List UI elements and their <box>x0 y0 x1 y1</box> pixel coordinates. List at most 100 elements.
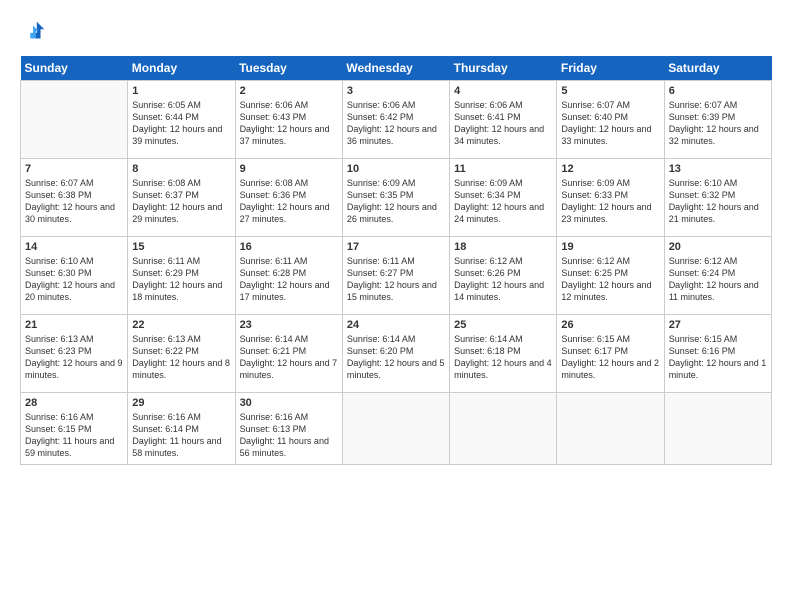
day-number: 17 <box>347 241 445 253</box>
day-info: Sunrise: 6:09 AMSunset: 6:34 PMDaylight:… <box>454 177 552 226</box>
day-info: Sunrise: 6:12 AMSunset: 6:24 PMDaylight:… <box>669 255 767 304</box>
week-row: 1 Sunrise: 6:05 AMSunset: 6:44 PMDaylight… <box>21 81 772 159</box>
day-number: 19 <box>561 241 659 253</box>
day-info: Sunrise: 6:07 AMSunset: 6:40 PMDaylight:… <box>561 99 659 148</box>
day-number: 16 <box>240 241 338 253</box>
day-cell: 2 Sunrise: 6:06 AMSunset: 6:43 PMDaylight… <box>235 81 342 159</box>
day-number: 9 <box>240 163 338 175</box>
day-info: Sunrise: 6:13 AMSunset: 6:22 PMDaylight:… <box>132 333 230 382</box>
day-cell: 12 Sunrise: 6:09 AMSunset: 6:33 PMDayligh… <box>557 159 664 237</box>
day-cell: 26Sunrise: 6:15 AMSunset: 6:17 PMDayligh… <box>557 315 664 393</box>
day-number: 25 <box>454 319 552 331</box>
day-number: 2 <box>240 85 338 97</box>
day-cell: 27 Sunrise: 6:15 AMSunset: 6:16 PMDayligh… <box>664 315 771 393</box>
header-day: Wednesday <box>342 56 449 81</box>
day-cell: 4 Sunrise: 6:06 AMSunset: 6:41 PMDaylight… <box>450 81 557 159</box>
day-info: Sunrise: 6:10 AMSunset: 6:32 PMDaylight:… <box>669 177 767 226</box>
day-info: Sunrise: 6:16 AMSunset: 6:15 PMDaylight:… <box>25 411 123 460</box>
day-info: Sunrise: 6:13 AMSunset: 6:23 PMDaylight:… <box>25 333 123 382</box>
day-info: Sunrise: 6:12 AMSunset: 6:26 PMDaylight:… <box>454 255 552 304</box>
day-cell: 29 Sunrise: 6:16 AMSunset: 6:14 PMDayligh… <box>128 393 235 465</box>
day-cell <box>342 393 449 465</box>
day-info: Sunrise: 6:12 AMSunset: 6:25 PMDaylight:… <box>561 255 659 304</box>
day-number: 23 <box>240 319 338 331</box>
header-row: SundayMondayTuesdayWednesdayThursdayFrid… <box>21 56 772 81</box>
week-row: 28 Sunrise: 6:16 AMSunset: 6:15 PMDayligh… <box>21 393 772 465</box>
week-row: 21 Sunrise: 6:13 AMSunset: 6:23 PMDayligh… <box>21 315 772 393</box>
day-info: Sunrise: 6:09 AMSunset: 6:33 PMDaylight:… <box>561 177 659 226</box>
day-info: Sunrise: 6:06 AMSunset: 6:43 PMDaylight:… <box>240 99 338 148</box>
day-info: Sunrise: 6:05 AMSunset: 6:44 PMDaylight:… <box>132 99 230 148</box>
day-cell: 5 Sunrise: 6:07 AMSunset: 6:40 PMDaylight… <box>557 81 664 159</box>
day-number: 18 <box>454 241 552 253</box>
day-cell: 20 Sunrise: 6:12 AMSunset: 6:24 PMDayligh… <box>664 237 771 315</box>
day-number: 21 <box>25 319 123 331</box>
day-number: 3 <box>347 85 445 97</box>
day-number: 24 <box>347 319 445 331</box>
day-cell: 13 Sunrise: 6:10 AMSunset: 6:32 PMDayligh… <box>664 159 771 237</box>
day-number: 22 <box>132 319 230 331</box>
day-info: Sunrise: 6:14 AMSunset: 6:18 PMDaylight:… <box>454 333 552 382</box>
day-number: 7 <box>25 163 123 175</box>
day-cell: 1 Sunrise: 6:05 AMSunset: 6:44 PMDaylight… <box>128 81 235 159</box>
day-cell <box>557 393 664 465</box>
day-info: Sunrise: 6:16 AMSunset: 6:13 PMDaylight:… <box>240 411 338 460</box>
header-day: Monday <box>128 56 235 81</box>
day-cell: 19 Sunrise: 6:12 AMSunset: 6:25 PMDayligh… <box>557 237 664 315</box>
day-cell: 3 Sunrise: 6:06 AMSunset: 6:42 PMDaylight… <box>342 81 449 159</box>
week-row: 7 Sunrise: 6:07 AMSunset: 6:38 PMDaylight… <box>21 159 772 237</box>
day-cell: 22 Sunrise: 6:13 AMSunset: 6:22 PMDayligh… <box>128 315 235 393</box>
day-cell: 23 Sunrise: 6:14 AMSunset: 6:21 PMDayligh… <box>235 315 342 393</box>
day-number: 20 <box>669 241 767 253</box>
day-info: Sunrise: 6:07 AMSunset: 6:38 PMDaylight:… <box>25 177 123 226</box>
day-cell: 15Sunrise: 6:11 AMSunset: 6:29 PMDayligh… <box>128 237 235 315</box>
day-cell: 18 Sunrise: 6:12 AMSunset: 6:26 PMDayligh… <box>450 237 557 315</box>
day-number: 30 <box>240 397 338 409</box>
week-row: 14 Sunrise: 6:10 AMSunset: 6:30 PMDayligh… <box>21 237 772 315</box>
day-info: Sunrise: 6:11 AMSunset: 6:28 PMDaylight:… <box>240 255 338 304</box>
day-number: 6 <box>669 85 767 97</box>
day-info: Sunrise: 6:09 AMSunset: 6:35 PMDaylight:… <box>347 177 445 226</box>
day-number: 13 <box>669 163 767 175</box>
day-number: 12 <box>561 163 659 175</box>
day-info: Sunrise: 6:06 AMSunset: 6:42 PMDaylight:… <box>347 99 445 148</box>
day-cell: 6Sunrise: 6:07 AMSunset: 6:39 PMDaylight… <box>664 81 771 159</box>
header-day: Tuesday <box>235 56 342 81</box>
day-number: 28 <box>25 397 123 409</box>
day-number: 1 <box>132 85 230 97</box>
day-cell: 25 Sunrise: 6:14 AMSunset: 6:18 PMDayligh… <box>450 315 557 393</box>
day-number: 27 <box>669 319 767 331</box>
day-cell: 11Sunrise: 6:09 AMSunset: 6:34 PMDayligh… <box>450 159 557 237</box>
day-info: Sunrise: 6:11 AMSunset: 6:27 PMDaylight:… <box>347 255 445 304</box>
day-info: Sunrise: 6:14 AMSunset: 6:20 PMDaylight:… <box>347 333 445 382</box>
day-number: 14 <box>25 241 123 253</box>
day-info: Sunrise: 6:16 AMSunset: 6:14 PMDaylight:… <box>132 411 230 460</box>
day-cell: 30 Sunrise: 6:16 AMSunset: 6:13 PMDayligh… <box>235 393 342 465</box>
day-number: 8 <box>132 163 230 175</box>
header-day: Friday <box>557 56 664 81</box>
day-number: 4 <box>454 85 552 97</box>
day-info: Sunrise: 6:08 AMSunset: 6:36 PMDaylight:… <box>240 177 338 226</box>
header-day: Thursday <box>450 56 557 81</box>
day-info: Sunrise: 6:15 AMSunset: 6:16 PMDaylight:… <box>669 333 767 382</box>
day-info: Sunrise: 6:10 AMSunset: 6:30 PMDaylight:… <box>25 255 123 304</box>
day-info: Sunrise: 6:06 AMSunset: 6:41 PMDaylight:… <box>454 99 552 148</box>
header-day: Sunday <box>21 56 128 81</box>
page: SundayMondayTuesdayWednesdayThursdayFrid… <box>0 0 792 612</box>
day-number: 26 <box>561 319 659 331</box>
day-number: 29 <box>132 397 230 409</box>
day-cell: 9 Sunrise: 6:08 AMSunset: 6:36 PMDaylight… <box>235 159 342 237</box>
calendar-table: SundayMondayTuesdayWednesdayThursdayFrid… <box>20 56 772 465</box>
day-cell: 7 Sunrise: 6:07 AMSunset: 6:38 PMDaylight… <box>21 159 128 237</box>
day-cell: 10Sunrise: 6:09 AMSunset: 6:35 PMDayligh… <box>342 159 449 237</box>
day-cell <box>21 81 128 159</box>
day-info: Sunrise: 6:08 AMSunset: 6:37 PMDaylight:… <box>132 177 230 226</box>
logo <box>20 18 50 46</box>
day-cell: 16 Sunrise: 6:11 AMSunset: 6:28 PMDayligh… <box>235 237 342 315</box>
day-cell <box>664 393 771 465</box>
day-cell: 28 Sunrise: 6:16 AMSunset: 6:15 PMDayligh… <box>21 393 128 465</box>
logo-icon <box>20 18 48 46</box>
day-info: Sunrise: 6:14 AMSunset: 6:21 PMDaylight:… <box>240 333 338 382</box>
day-cell: 14 Sunrise: 6:10 AMSunset: 6:30 PMDayligh… <box>21 237 128 315</box>
day-number: 5 <box>561 85 659 97</box>
